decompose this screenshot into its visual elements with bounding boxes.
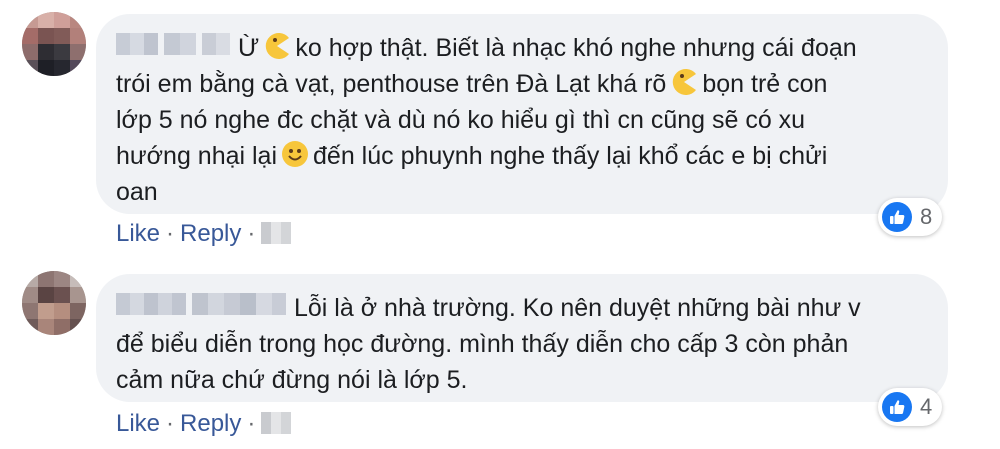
comment-bubble: Ừko hợp thật. Biết là nhạc khó nghe nhưn… <box>96 14 948 214</box>
comment-text-line: để biểu diễn trong học đường. mình thấy … <box>116 330 849 358</box>
comment-text: Ừko hợp thật. Biết là nhạc khó nghe nhưn… <box>116 30 924 210</box>
like-thumb-icon <box>882 202 912 232</box>
comment-actions: Like · Reply · <box>116 220 292 248</box>
comment-text: Lỗi là ở nhà trường. Ko nên duyệt những … <box>116 290 924 398</box>
separator: · <box>166 220 175 247</box>
pacman-emoji-icon <box>266 33 290 59</box>
comment-text-line: Lỗi là ở nhà trường. Ko nên duyệt những … <box>294 294 861 322</box>
separator: · <box>166 410 175 437</box>
avatar[interactable] <box>22 12 86 76</box>
comment-text-line: đến lúc phuynh nghe thấy lại khổ các e b… <box>313 142 828 170</box>
reply-link[interactable]: Reply <box>180 220 241 247</box>
comment-bubble: Lỗi là ở nhà trường. Ko nên duyệt những … <box>96 274 948 402</box>
comment-text-line: lớp 5 nó nghe đc chặt và dù nó ko hiểu g… <box>116 106 806 134</box>
comment-text-line: trói em bằng cà vạt, penthouse trên Đà L… <box>116 70 667 98</box>
comment-actions: Like · Reply · <box>116 410 292 438</box>
avatar[interactable] <box>22 271 86 335</box>
timestamp-blurred[interactable] <box>261 222 292 244</box>
comment-text-line: Ừ <box>238 34 260 62</box>
comment-text-line: ko hợp thật. Biết là nhạc khó nghe nhưng… <box>295 34 857 62</box>
author-name-blurred[interactable] <box>116 33 230 55</box>
separator: · <box>247 220 256 247</box>
reaction-badge[interactable]: 4 <box>878 388 943 426</box>
comment-text-line: cảm nữa chứ đừng nói là lớp 5. <box>116 366 468 394</box>
comment-text-line: oan <box>116 178 158 206</box>
like-thumb-icon <box>882 392 912 422</box>
reaction-count: 8 <box>920 204 933 229</box>
author-name-blurred[interactable] <box>116 293 286 315</box>
like-link[interactable]: Like <box>116 220 160 247</box>
separator: · <box>247 410 256 437</box>
reaction-count: 4 <box>920 394 933 419</box>
timestamp-blurred[interactable] <box>261 412 292 434</box>
like-link[interactable]: Like <box>116 410 160 437</box>
reply-link[interactable]: Reply <box>180 410 241 437</box>
smile-emoji-icon <box>282 141 309 167</box>
reaction-badge[interactable]: 8 <box>878 198 943 236</box>
comment-text-line: bọn trẻ con <box>702 70 828 98</box>
pacman-emoji-icon <box>673 69 697 95</box>
comment-text-line: hướng nhại lại <box>116 142 278 170</box>
